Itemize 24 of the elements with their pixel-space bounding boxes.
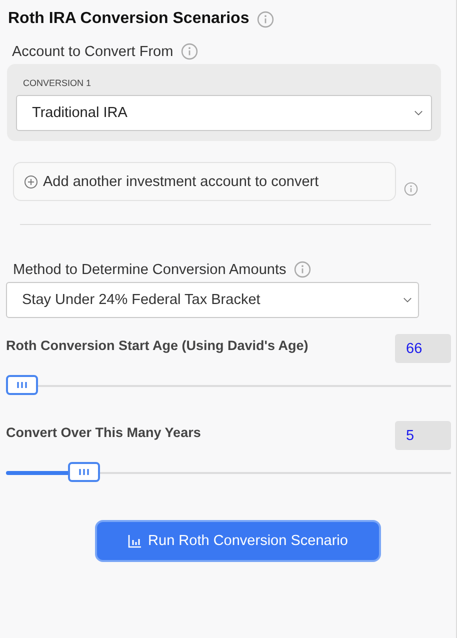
slider-handle[interactable]: [68, 462, 100, 482]
slider-label: Roth Conversion Start Age (Using David's Age): [6, 337, 308, 353]
info-icon[interactable]: [181, 43, 198, 60]
slider-track[interactable]: [6, 375, 451, 397]
field-label: Method to Determine Conversion Amounts: [13, 262, 286, 278]
slider-track[interactable]: [6, 462, 451, 484]
account-dropdown[interactable]: Traditional IRA: [16, 95, 432, 131]
conversion-label: CONVERSION 1: [23, 78, 92, 88]
run-scenario-button[interactable]: Run Roth Conversion Scenario: [95, 520, 381, 562]
field-label: Account to Convert From: [12, 44, 174, 60]
value-field[interactable]: 66: [395, 334, 451, 363]
chevron-down-icon: [414, 110, 423, 116]
plus-circle-icon: [24, 174, 38, 188]
info-icon[interactable]: [404, 182, 418, 196]
add-account-button[interactable]: Add another investment account to convert: [13, 162, 396, 201]
slider-label: Convert Over This Many Years: [6, 424, 201, 440]
slider-handle[interactable]: [6, 375, 38, 395]
value-field[interactable]: 5: [395, 421, 451, 450]
method-dropdown[interactable]: Stay Under 24% Federal Tax Bracket: [6, 282, 419, 318]
section-title: Roth IRA Conversion Scenarios: [8, 10, 250, 28]
info-icon[interactable]: [294, 261, 312, 278]
bar-chart-icon: [128, 534, 142, 548]
chevron-down-icon: [403, 297, 412, 303]
info-icon[interactable]: [257, 10, 274, 28]
